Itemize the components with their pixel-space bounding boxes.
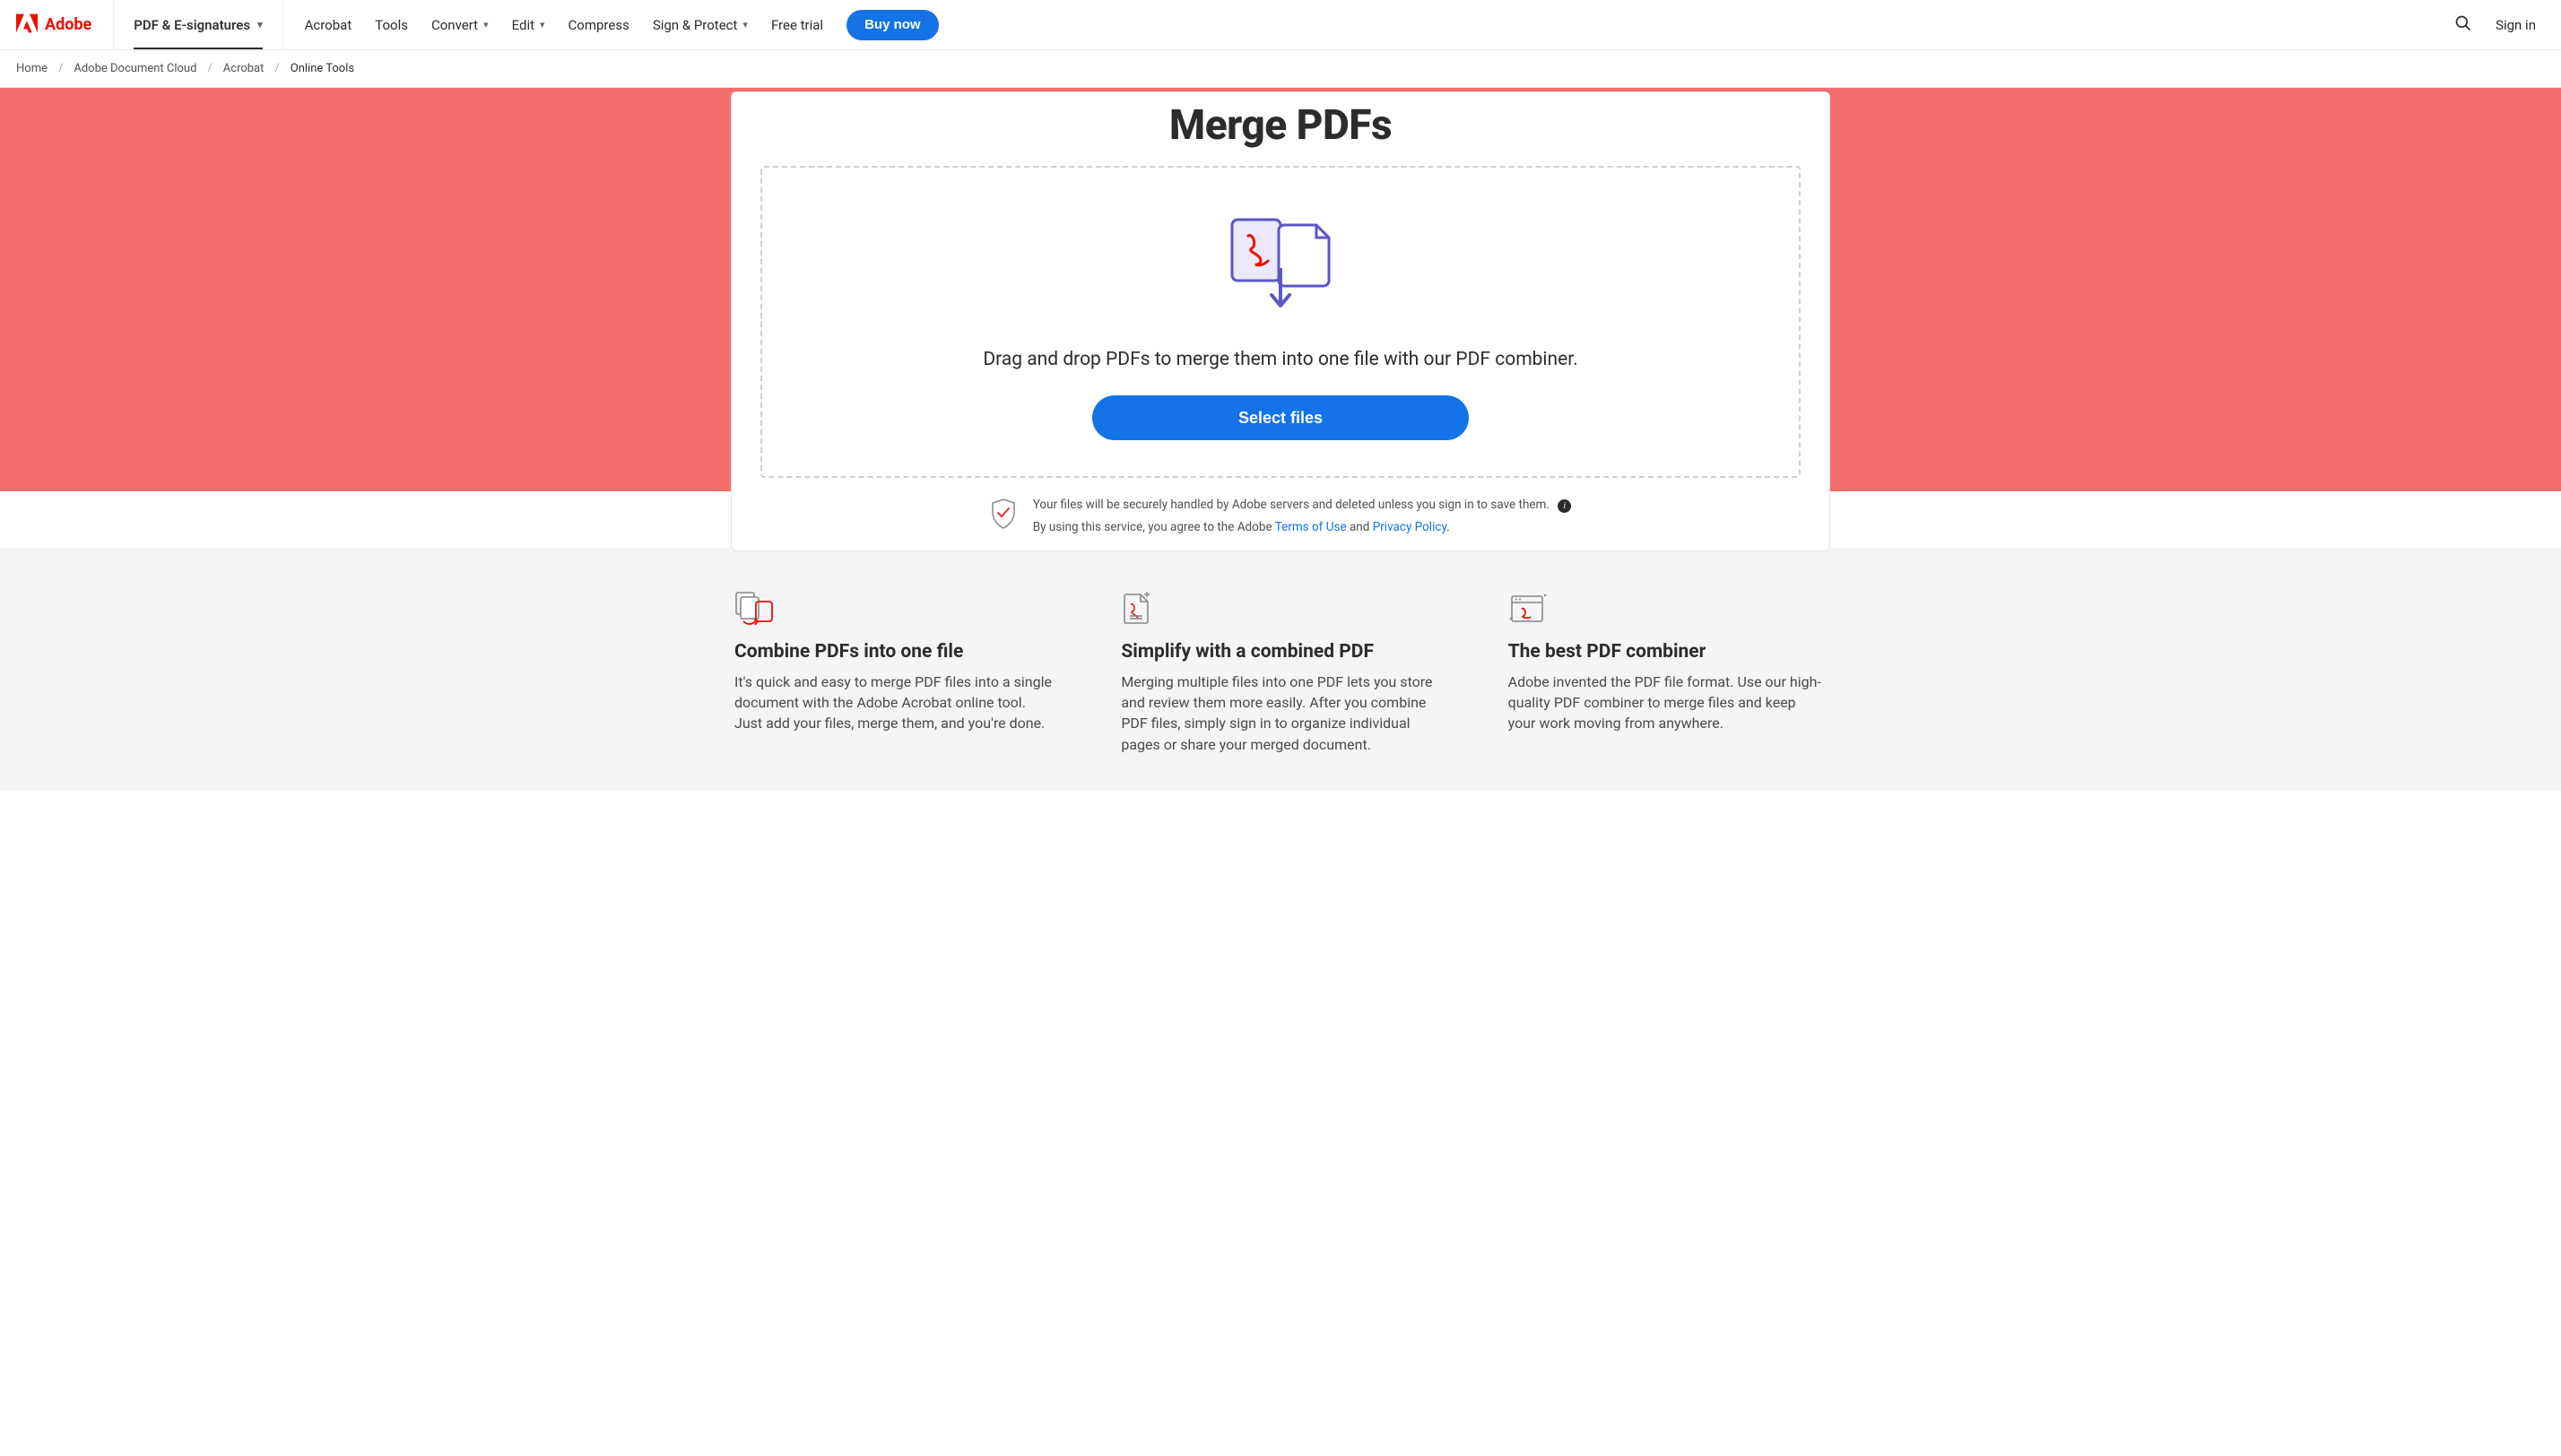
feature-body: Merging multiple files into one PDF lets… xyxy=(1121,672,1439,755)
page-title: Merge PDFs xyxy=(732,92,1829,166)
nav-item-free-trial[interactable]: Free trial xyxy=(771,17,823,33)
info-icon[interactable]: i xyxy=(1558,499,1571,513)
breadcrumb-acrobat[interactable]: Acrobat xyxy=(223,62,265,75)
notice-line-2-pre: By using this service, you agree to the … xyxy=(1033,520,1275,534)
features-section: Combine PDFs into one file It's quick an… xyxy=(0,548,2561,791)
breadcrumb-sep: / xyxy=(207,62,212,75)
nav-item-tools[interactable]: Tools xyxy=(375,17,408,33)
feature-combine: Combine PDFs into one file It's quick an… xyxy=(734,589,1053,755)
hero-section: Merge PDFs Drag and drop PDFs to merge t… xyxy=(0,88,2561,791)
chevron-down-icon: ▾ xyxy=(257,19,263,30)
nav-item-edit[interactable]: Edit ▾ xyxy=(512,17,545,33)
nav-item-compress[interactable]: Compress xyxy=(569,17,629,33)
file-dropzone[interactable]: Drag and drop PDFs to merge them into on… xyxy=(760,166,1801,478)
nav-item-label: Convert xyxy=(431,17,478,33)
single-pdf-icon xyxy=(1121,589,1439,625)
sign-in-link[interactable]: Sign in xyxy=(2496,17,2536,33)
buy-now-button[interactable]: Buy now xyxy=(846,10,939,40)
notice-line-1: Your files will be securely handled by A… xyxy=(1033,498,1572,513)
pdf-window-icon xyxy=(1508,589,1827,625)
breadcrumb-sep: / xyxy=(58,62,63,75)
feature-best-combiner: The best PDF combiner Adobe invented the… xyxy=(1508,589,1827,755)
shield-check-icon xyxy=(990,498,1017,533)
feature-body: It's quick and easy to merge PDF files i… xyxy=(734,672,1053,734)
feature-title: Simplify with a combined PDF xyxy=(1121,641,1439,663)
nav-item-label: Edit xyxy=(512,17,534,33)
notice-dot: . xyxy=(1446,520,1450,534)
feature-title: The best PDF combiner xyxy=(1508,641,1827,663)
terms-of-use-link[interactable]: Terms of Use xyxy=(1275,520,1347,534)
brand[interactable]: Adobe xyxy=(0,0,113,49)
privacy-policy-link[interactable]: Privacy Policy xyxy=(1373,520,1446,534)
combine-files-icon xyxy=(734,589,1053,625)
select-files-button[interactable]: Select files xyxy=(1092,395,1469,440)
merge-files-icon xyxy=(780,216,1781,309)
nav-category-label: PDF & E-signatures xyxy=(134,17,250,33)
breadcrumb-sep: / xyxy=(274,62,279,75)
nav-items: Acrobat Tools Convert ▾ Edit ▾ Compress Si… xyxy=(283,0,960,49)
feature-simplify: Simplify with a combined PDF Merging mul… xyxy=(1121,589,1439,755)
breadcrumb: Home / Adobe Document Cloud / Acrobat / Onl… xyxy=(0,50,2561,88)
chevron-down-icon: ▾ xyxy=(742,19,748,30)
feature-title: Combine PDFs into one file xyxy=(734,641,1053,663)
nav-item-sign-protect[interactable]: Sign & Protect ▾ xyxy=(653,17,748,33)
brand-name: Adobe xyxy=(45,15,91,34)
notice-line-2: By using this service, you agree to the … xyxy=(1033,520,1572,534)
breadcrumb-current: Online Tools xyxy=(291,62,354,75)
dropzone-instruction: Drag and drop PDFs to merge them into on… xyxy=(780,349,1781,370)
nav-item-label: Sign & Protect xyxy=(653,17,738,33)
security-notice: Your files will be securely handled by A… xyxy=(732,478,1829,538)
search-icon[interactable] xyxy=(2454,14,2472,36)
breadcrumb-doc-cloud[interactable]: Adobe Document Cloud xyxy=(74,62,196,75)
nav-item-convert[interactable]: Convert ▾ xyxy=(431,17,489,33)
feature-body: Adobe invented the PDF file format. Use … xyxy=(1508,672,1827,734)
nav-item-acrobat[interactable]: Acrobat xyxy=(305,17,352,33)
right-menu: Sign in xyxy=(2429,0,2561,49)
notice-line-1-text: Your files will be securely handled by A… xyxy=(1033,498,1550,512)
chevron-down-icon: ▾ xyxy=(540,19,545,30)
adobe-logo-icon xyxy=(16,13,38,37)
top-nav: Adobe PDF & E-signatures ▾ Acrobat Tools… xyxy=(0,0,2561,50)
hero-card: Merge PDFs Drag and drop PDFs to merge t… xyxy=(731,91,1830,551)
nav-category-pdf-esign[interactable]: PDF & E-signatures ▾ xyxy=(113,0,282,49)
chevron-down-icon: ▾ xyxy=(483,19,489,30)
breadcrumb-home[interactable]: Home xyxy=(16,62,48,75)
notice-and: and xyxy=(1347,520,1373,534)
